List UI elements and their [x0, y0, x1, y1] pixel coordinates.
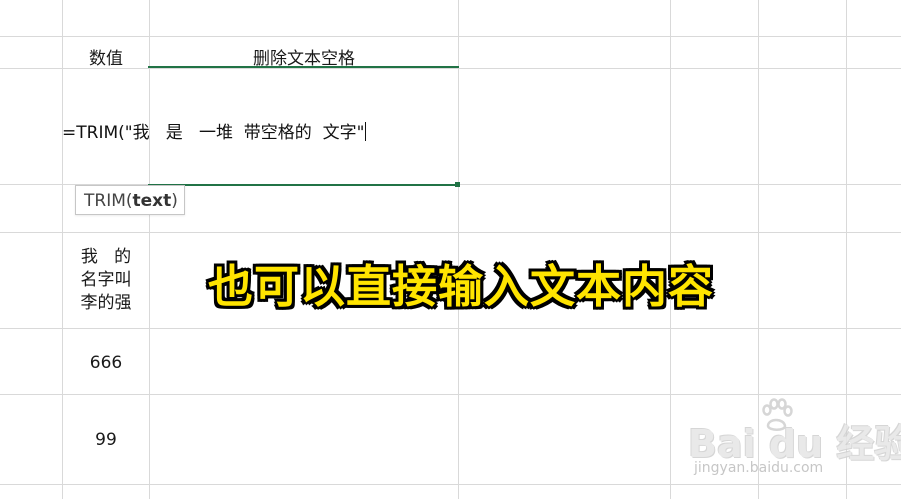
active-cell-border [148, 184, 459, 186]
header-underline [148, 66, 459, 68]
wrapped-line: 李的强 [80, 293, 132, 313]
wrapped-line: 名字叫 [80, 270, 132, 290]
grid-row-line [0, 328, 901, 329]
text-caret [365, 122, 367, 141]
cell-number[interactable]: 666 [90, 353, 122, 373]
grid-row-line [0, 394, 901, 395]
fill-handle[interactable] [455, 182, 460, 187]
grid-row-line [0, 232, 901, 233]
tooltip-close: ) [171, 191, 178, 211]
baidu-watermark: Bai du 经验 jingyan.baidu.com [688, 398, 901, 478]
tooltip-arg[interactable]: text [133, 191, 172, 211]
cell-number[interactable]: 99 [95, 430, 117, 450]
grid-row-line [0, 68, 901, 69]
header-cell-value[interactable]: 数值 [89, 44, 123, 69]
formula-edit-cell[interactable]: =TRIM("我 是 一堆 带空格的 文字" [62, 118, 367, 143]
tooltip-fn-name: TRIM( [84, 191, 133, 211]
grid-row-line [0, 484, 901, 485]
wrapped-line: 我 的 [80, 247, 132, 267]
function-tooltip[interactable]: TRIM(text) [75, 185, 185, 215]
wrapped-text-cell[interactable]: 我 的 名字叫 李的强 [62, 246, 150, 315]
overlay-caption: 也可以直接输入文本内容 [208, 260, 715, 313]
watermark-url: jingyan.baidu.com [694, 460, 824, 476]
grid-row-line [0, 36, 901, 37]
formula-text: =TRIM("我 是 一堆 带空格的 文字" [62, 123, 365, 143]
